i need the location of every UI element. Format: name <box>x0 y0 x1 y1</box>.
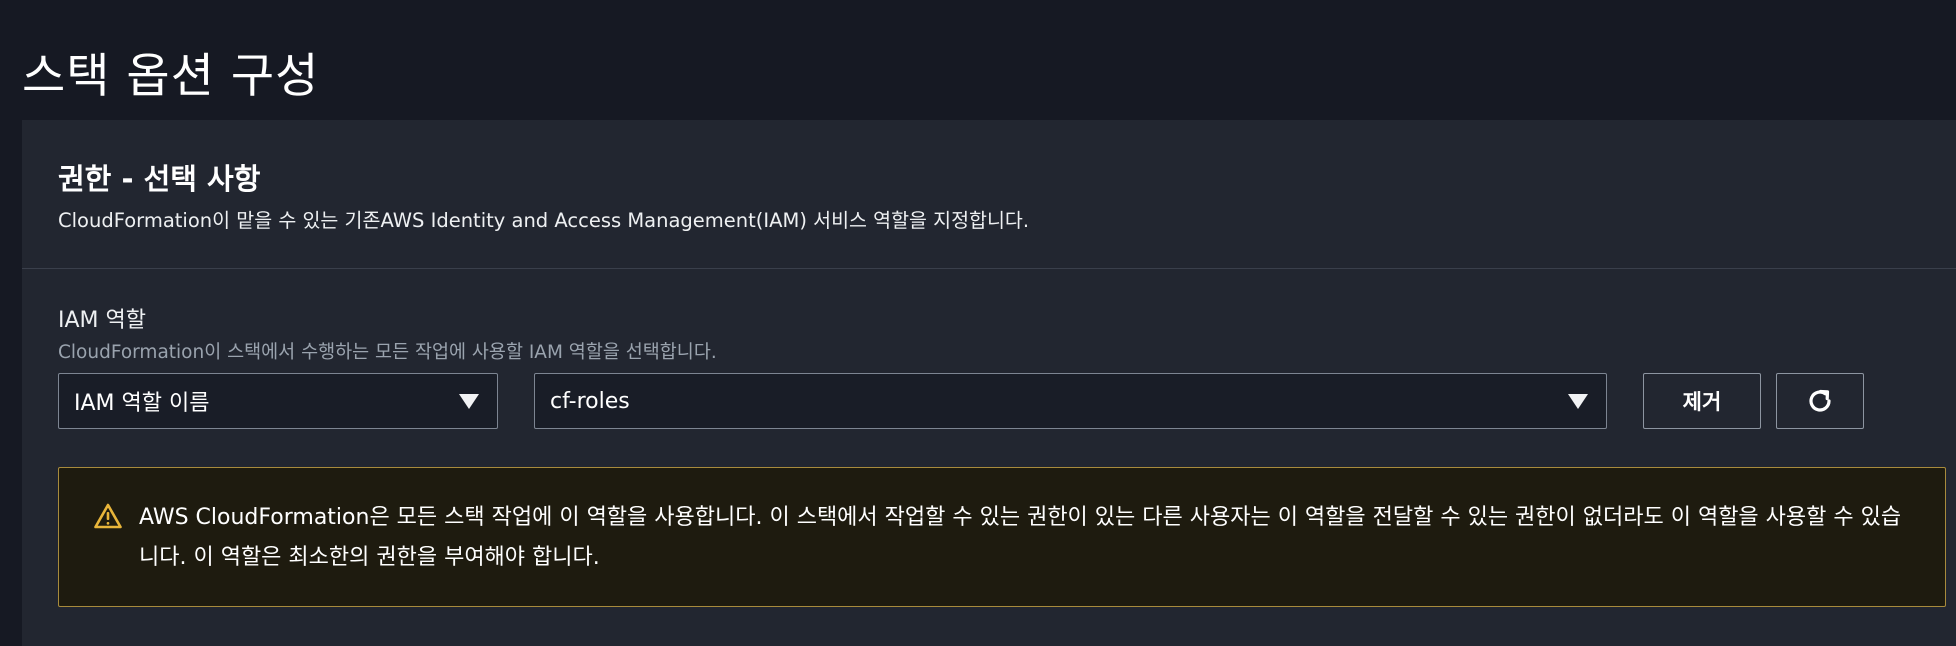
remove-button[interactable]: 제거 <box>1643 373 1761 429</box>
panel-header: 권한 - 선택 사항 CloudFormation이 맡을 수 있는 기존AWS… <box>22 120 1956 269</box>
page-title: 스택 옵션 구성 <box>22 49 320 105</box>
warning-icon <box>94 503 122 529</box>
warning-alert: AWS CloudFormation은 모든 스택 작업에 이 역할을 사용합니… <box>58 467 1946 607</box>
caret-down-icon <box>459 394 479 409</box>
iam-role-description: CloudFormation이 스택에서 수행하는 모든 작업에 사용할 IAM… <box>58 342 717 363</box>
caret-down-icon <box>1568 394 1588 409</box>
iam-role-label: IAM 역할 <box>58 308 146 333</box>
iam-role-type-select[interactable]: IAM 역할 이름 <box>58 373 498 429</box>
iam-role-type-value: IAM 역할 이름 <box>74 391 210 416</box>
iam-role-name-select[interactable]: cf-roles <box>534 373 1607 429</box>
iam-role-name-value: cf-roles <box>550 388 630 414</box>
refresh-button[interactable] <box>1776 373 1864 429</box>
warning-alert-text: AWS CloudFormation은 모든 스택 작업에 이 역할을 사용합니… <box>139 505 1902 570</box>
permissions-panel: 권한 - 선택 사항 CloudFormation이 맡을 수 있는 기존AWS… <box>22 120 1956 646</box>
section-title: 권한 - 선택 사항 <box>58 162 261 196</box>
section-description: CloudFormation이 맡을 수 있는 기존AWS Identity a… <box>58 209 1030 232</box>
refresh-icon <box>1809 389 1831 412</box>
